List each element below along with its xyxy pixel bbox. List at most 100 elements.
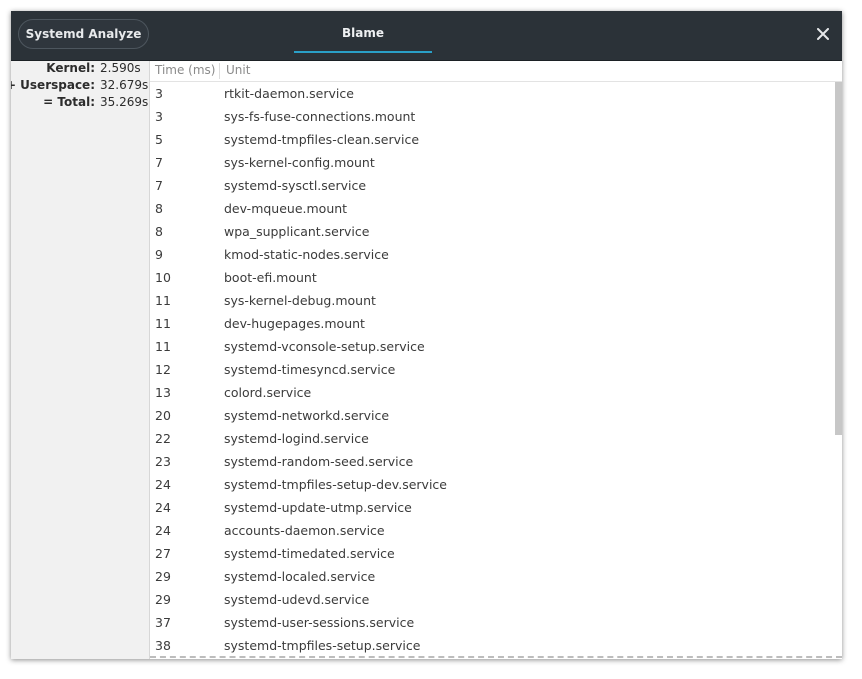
cell-unit-name: sys-kernel-config.mount bbox=[224, 155, 375, 170]
table-row[interactable]: 11 dev-hugepages.mount bbox=[150, 312, 842, 335]
cell-time-ms: 24 bbox=[155, 477, 171, 492]
cell-unit-name: sys-fs-fuse-connections.mount bbox=[224, 109, 416, 124]
tab-blame[interactable]: Blame bbox=[294, 11, 432, 54]
cell-time-ms: 38 bbox=[155, 638, 171, 653]
cell-time-ms: 7 bbox=[155, 178, 163, 193]
cell-time-ms: 11 bbox=[155, 339, 171, 354]
cell-time-ms: 11 bbox=[155, 316, 171, 331]
cell-time-ms: 10 bbox=[155, 270, 171, 285]
cell-unit-name: systemd-user-sessions.service bbox=[224, 615, 415, 630]
userspace-label: + Userspace: bbox=[11, 78, 95, 92]
kernel-value: 2.590s bbox=[100, 61, 141, 75]
userspace-value: 32.679s bbox=[100, 78, 149, 92]
cell-time-ms: 29 bbox=[155, 569, 171, 584]
total-label: = Total: bbox=[43, 95, 95, 109]
table-row[interactable]: 24 accounts-daemon.service bbox=[150, 519, 842, 542]
header-bar: Systemd Analyze Blame bbox=[11, 11, 842, 61]
cell-unit-name: kmod-static-nodes.service bbox=[224, 247, 389, 262]
cell-unit-name: sys-kernel-debug.mount bbox=[224, 293, 376, 308]
total-value: 35.269s bbox=[100, 95, 149, 109]
table-body: 3 rtkit-daemon.service 3 sys-fs-fuse-connec… bbox=[150, 82, 842, 656]
cell-time-ms: 37 bbox=[155, 615, 171, 630]
cell-time-ms: 7 bbox=[155, 155, 163, 170]
table-row[interactable]: 13 colord.service bbox=[150, 381, 842, 404]
userspace-time-row: + Userspace: 32.679s bbox=[11, 78, 149, 95]
cell-unit-name: systemd-localed.service bbox=[224, 569, 376, 584]
table-row[interactable]: 12 systemd-timesyncd.service bbox=[150, 358, 842, 381]
table-row[interactable]: 3 rtkit-daemon.service bbox=[150, 82, 842, 105]
table-row[interactable]: 3 sys-fs-fuse-connections.mount bbox=[150, 105, 842, 128]
table-row[interactable]: 20 systemd-networkd.service bbox=[150, 404, 842, 427]
systemd-analyze-window: Systemd Analyze Blame Kernel: 2.590s + U… bbox=[11, 11, 842, 659]
cell-time-ms: 20 bbox=[155, 408, 171, 423]
cell-unit-name: rtkit-daemon.service bbox=[224, 86, 354, 101]
blame-table: Time (ms) Unit 3 rtkit-daemon.service 3 sys… bbox=[150, 61, 842, 659]
tab-active-indicator bbox=[294, 51, 432, 53]
total-time-row: = Total: 35.269s bbox=[11, 95, 149, 112]
cell-time-ms: 24 bbox=[155, 523, 171, 538]
cell-time-ms: 13 bbox=[155, 385, 171, 400]
cell-time-ms: 8 bbox=[155, 201, 163, 216]
cell-unit-name: dev-hugepages.mount bbox=[224, 316, 365, 331]
column-separator[interactable] bbox=[219, 63, 220, 79]
vertical-scrollbar[interactable] bbox=[835, 82, 842, 435]
kernel-label: Kernel: bbox=[46, 61, 95, 75]
table-row[interactable]: 29 systemd-udevd.service bbox=[150, 588, 842, 611]
cell-unit-name: systemd-tmpfiles-setup-dev.service bbox=[224, 477, 447, 492]
cell-unit-name: systemd-udevd.service bbox=[224, 592, 370, 607]
table-row[interactable]: 7 systemd-sysctl.service bbox=[150, 174, 842, 197]
column-header-unit[interactable]: Unit bbox=[226, 63, 250, 77]
table-row[interactable]: 8 wpa_supplicant.service bbox=[150, 220, 842, 243]
cell-time-ms: 24 bbox=[155, 500, 171, 515]
cell-unit-name: boot-efi.mount bbox=[224, 270, 317, 285]
cell-time-ms: 5 bbox=[155, 132, 163, 147]
table-row[interactable]: 9 kmod-static-nodes.service bbox=[150, 243, 842, 266]
cell-time-ms: 22 bbox=[155, 431, 171, 446]
cell-unit-name: dev-mqueue.mount bbox=[224, 201, 348, 216]
table-row[interactable]: 38 systemd-tmpfiles-setup.service bbox=[150, 634, 842, 656]
column-header-time[interactable]: Time (ms) bbox=[155, 63, 216, 77]
table-header: Time (ms) Unit bbox=[150, 61, 842, 82]
cell-unit-name: systemd-timedated.service bbox=[224, 546, 395, 561]
table-row[interactable]: 22 systemd-logind.service bbox=[150, 427, 842, 450]
table-row[interactable]: 24 systemd-update-utmp.service bbox=[150, 496, 842, 519]
table-row[interactable]: 23 systemd-random-seed.service bbox=[150, 450, 842, 473]
table-row[interactable]: 37 systemd-user-sessions.service bbox=[150, 611, 842, 634]
table-row[interactable]: 29 systemd-localed.service bbox=[150, 565, 842, 588]
table-row[interactable]: 24 systemd-tmpfiles-setup-dev.service bbox=[150, 473, 842, 496]
cell-unit-name: systemd-vconsole-setup.service bbox=[224, 339, 425, 354]
cell-time-ms: 27 bbox=[155, 546, 171, 561]
table-row[interactable]: 11 sys-kernel-debug.mount bbox=[150, 289, 842, 312]
cell-time-ms: 23 bbox=[155, 454, 171, 469]
table-row[interactable]: 8 dev-mqueue.mount bbox=[150, 197, 842, 220]
cell-unit-name: wpa_supplicant.service bbox=[224, 224, 370, 239]
scroll-overshoot-indicator bbox=[150, 656, 842, 658]
cell-time-ms: 3 bbox=[155, 109, 163, 124]
cell-time-ms: 9 bbox=[155, 247, 163, 262]
cell-time-ms: 8 bbox=[155, 224, 163, 239]
cell-unit-name: colord.service bbox=[224, 385, 312, 400]
table-row[interactable]: 27 systemd-timedated.service bbox=[150, 542, 842, 565]
boot-time-summary: Kernel: 2.590s + Userspace: 32.679s = To… bbox=[11, 61, 150, 659]
systemd-analyze-button[interactable]: Systemd Analyze bbox=[18, 19, 149, 49]
cell-unit-name: systemd-networkd.service bbox=[224, 408, 390, 423]
cell-time-ms: 3 bbox=[155, 86, 163, 101]
close-icon bbox=[817, 28, 829, 40]
close-button[interactable] bbox=[812, 23, 834, 45]
cell-unit-name: systemd-random-seed.service bbox=[224, 454, 414, 469]
cell-time-ms: 11 bbox=[155, 293, 171, 308]
kernel-time-row: Kernel: 2.590s bbox=[11, 61, 145, 78]
cell-unit-name: systemd-sysctl.service bbox=[224, 178, 367, 193]
table-row[interactable]: 11 systemd-vconsole-setup.service bbox=[150, 335, 842, 358]
cell-unit-name: systemd-logind.service bbox=[224, 431, 369, 446]
cell-unit-name: systemd-tmpfiles-clean.service bbox=[224, 132, 420, 147]
cell-time-ms: 29 bbox=[155, 592, 171, 607]
table-row[interactable]: 10 boot-efi.mount bbox=[150, 266, 842, 289]
cell-unit-name: systemd-update-utmp.service bbox=[224, 500, 412, 515]
table-row[interactable]: 7 sys-kernel-config.mount bbox=[150, 151, 842, 174]
table-row[interactable]: 5 systemd-tmpfiles-clean.service bbox=[150, 128, 842, 151]
cell-time-ms: 12 bbox=[155, 362, 171, 377]
cell-unit-name: systemd-timesyncd.service bbox=[224, 362, 396, 377]
cell-unit-name: systemd-tmpfiles-setup.service bbox=[224, 638, 421, 653]
cell-unit-name: accounts-daemon.service bbox=[224, 523, 385, 538]
